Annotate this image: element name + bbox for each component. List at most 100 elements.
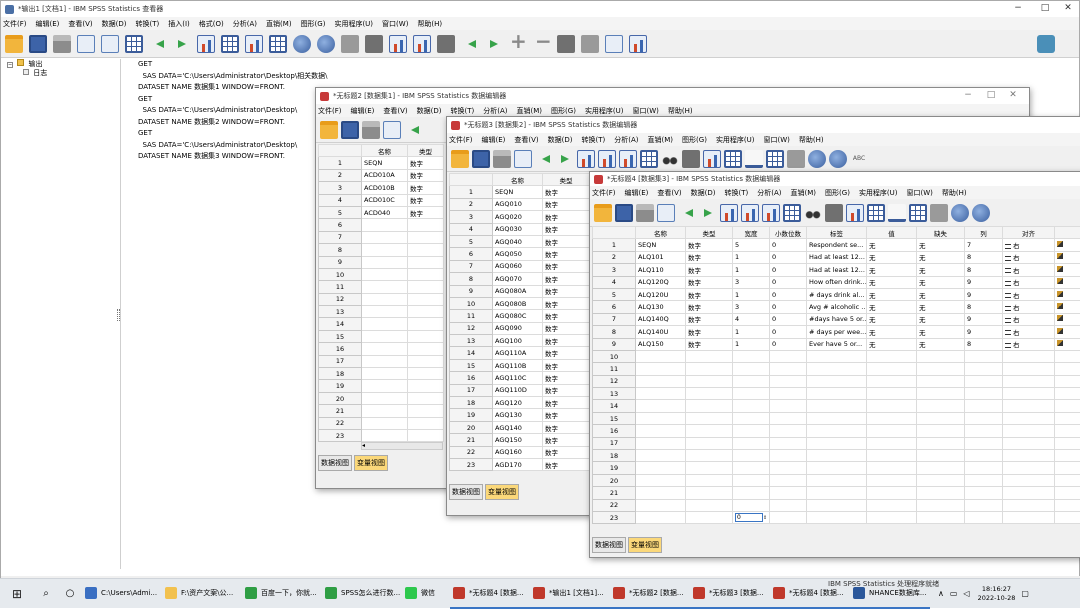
variable-name-cell[interactable]: [362, 256, 408, 268]
cell-measure[interactable]: [1055, 400, 1080, 412]
cell-align[interactable]: 右: [1003, 313, 1055, 325]
table-row[interactable]: 16AGQ110C数字: [450, 372, 590, 384]
cell-missing[interactable]: 无: [917, 301, 965, 313]
cell-values[interactable]: 无: [867, 338, 917, 350]
menu-item[interactable]: 文件(F): [592, 188, 616, 198]
menu-item[interactable]: 查看(V): [68, 19, 92, 29]
save-icon[interactable]: [472, 150, 490, 168]
tab-variable-view[interactable]: 变量视图: [354, 455, 388, 471]
recall-dialog-icon[interactable]: [657, 204, 675, 222]
cell-label[interactable]: Had at least 12...: [807, 251, 867, 263]
variable-name-cell[interactable]: [362, 244, 408, 256]
cell-columns[interactable]: [965, 462, 1003, 474]
volume-icon[interactable]: ◁: [963, 589, 969, 598]
print-icon[interactable]: [362, 121, 380, 139]
cell-width[interactable]: 1: [733, 326, 770, 338]
row-number[interactable]: 19: [319, 380, 362, 392]
cell-label[interactable]: [807, 511, 867, 523]
cell-width[interactable]: 1: [733, 251, 770, 263]
variable-type-cell[interactable]: [408, 330, 444, 342]
hide-icon[interactable]: [581, 35, 599, 53]
cell-align[interactable]: [1003, 511, 1055, 523]
cell-values[interactable]: [867, 462, 917, 474]
table-row[interactable]: 17AGQ110D数字: [450, 384, 590, 396]
use-variable-sets-icon[interactable]: [951, 204, 969, 222]
row-number[interactable]: 20: [593, 474, 636, 486]
cell-missing[interactable]: 无: [917, 276, 965, 288]
row-number[interactable]: 8: [593, 326, 636, 338]
variable-name-cell[interactable]: AGQ110C: [493, 372, 543, 384]
row-number[interactable]: 16: [593, 425, 636, 437]
menu-item[interactable]: 帮助(H): [417, 19, 442, 29]
cell-type[interactable]: 数字: [686, 251, 733, 263]
taskbar-app-button[interactable]: *无标题2 [数据...: [610, 579, 690, 609]
variable-type-cell[interactable]: 数字: [543, 273, 590, 285]
variable-name-cell[interactable]: [362, 417, 408, 429]
table-row[interactable]: 20AGQ140数字: [450, 421, 590, 433]
cell-columns[interactable]: 8: [965, 301, 1003, 313]
menu-item[interactable]: 转换(T): [136, 19, 160, 29]
taskbar-app-button[interactable]: *无标题4 [数据...: [450, 579, 530, 609]
variable-type-cell[interactable]: [408, 306, 444, 318]
row-number[interactable]: 15: [450, 359, 493, 371]
cell-decimals[interactable]: [770, 437, 807, 449]
variable-name-cell[interactable]: ACD040: [362, 206, 408, 218]
menu-item[interactable]: 转换(T): [582, 135, 606, 145]
cell-align[interactable]: [1003, 388, 1055, 400]
promote-icon[interactable]: [461, 35, 479, 53]
menu-item[interactable]: 窗口(W): [633, 106, 659, 116]
row-number[interactable]: 5: [450, 235, 493, 247]
cell-name[interactable]: ALQ110: [636, 264, 686, 276]
menu-item[interactable]: 数据(D): [417, 106, 442, 116]
table-row[interactable]: 8AGQ070数字: [450, 273, 590, 285]
select-cases-icon[interactable]: [766, 150, 784, 168]
variable-name-cell[interactable]: ACD010B: [362, 182, 408, 194]
cell-width[interactable]: [733, 375, 770, 387]
variable-type-cell[interactable]: 数字: [408, 169, 444, 181]
variable-type-cell[interactable]: 数字: [408, 194, 444, 206]
table-row[interactable]: 13: [319, 306, 444, 318]
taskbar-app-button[interactable]: SPSS怎么进行数...: [322, 579, 402, 609]
variable-type-cell[interactable]: 数字: [408, 157, 444, 169]
row-number[interactable]: 11: [450, 310, 493, 322]
variable-name-cell[interactable]: [362, 405, 408, 417]
cell-label[interactable]: [807, 375, 867, 387]
find-icon[interactable]: [661, 150, 679, 168]
cell-measure[interactable]: [1055, 264, 1080, 276]
variable-type-cell[interactable]: 数字: [543, 347, 590, 359]
table-row[interactable]: 18: [593, 450, 1080, 462]
row-number[interactable]: 2: [593, 251, 636, 263]
variable-type-cell[interactable]: [408, 219, 444, 231]
cell-name[interactable]: [636, 425, 686, 437]
variable-type-cell[interactable]: 数字: [543, 310, 590, 322]
row-number[interactable]: 9: [450, 285, 493, 297]
cell-measure[interactable]: [1055, 450, 1080, 462]
cell-values[interactable]: 无: [867, 313, 917, 325]
tab-variable-view[interactable]: 变量视图: [485, 484, 519, 500]
goto-data-icon[interactable]: [197, 35, 215, 53]
menu-item[interactable]: 图形(G): [551, 106, 576, 116]
cell-columns[interactable]: [965, 499, 1003, 511]
cell-decimals[interactable]: 0: [770, 288, 807, 300]
open-icon[interactable]: [320, 121, 338, 139]
weight-cases-icon[interactable]: [888, 204, 906, 222]
cell-type[interactable]: 数字: [686, 301, 733, 313]
column-header-width[interactable]: 宽度: [733, 227, 770, 239]
row-number[interactable]: 3: [319, 182, 362, 194]
cell-missing[interactable]: [917, 511, 965, 523]
row-number[interactable]: 14: [319, 318, 362, 330]
tab-data-view[interactable]: 数据视图: [318, 455, 352, 471]
menu-item[interactable]: 实用程序(U): [859, 188, 898, 198]
cell-values[interactable]: [867, 412, 917, 424]
variable-name-cell[interactable]: AGQ120: [493, 397, 543, 409]
menu-item[interactable]: 分析(A): [614, 135, 638, 145]
cell-measure[interactable]: [1055, 326, 1080, 338]
menu-item[interactable]: 帮助(H): [799, 135, 824, 145]
cell-name[interactable]: [636, 388, 686, 400]
insert-text-icon[interactable]: [437, 35, 455, 53]
variable-name-cell[interactable]: [362, 268, 408, 280]
open-icon[interactable]: [451, 150, 469, 168]
cell-values[interactable]: 无: [867, 288, 917, 300]
cell-name[interactable]: [636, 400, 686, 412]
cell-measure[interactable]: [1055, 388, 1080, 400]
